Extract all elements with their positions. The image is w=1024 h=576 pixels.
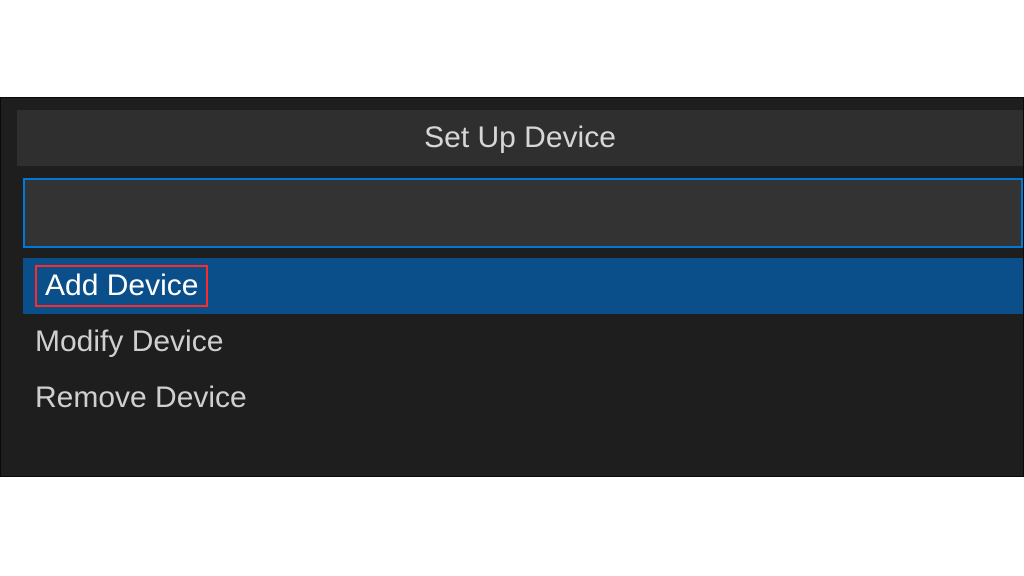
list-item-add-device[interactable]: Add Device: [23, 258, 1023, 314]
list-item-label: Add Device: [45, 269, 198, 302]
panel-title: Set Up Device: [424, 121, 616, 155]
search-input[interactable]: [35, 180, 1021, 246]
list-item-remove-device[interactable]: Remove Device: [23, 370, 1023, 426]
panel-title-bar: Set Up Device: [17, 110, 1023, 166]
highlight-box: Add Device: [35, 265, 208, 307]
device-panel: Set Up Device Add Device Modify Device R…: [0, 97, 1024, 477]
device-action-list: Add Device Modify Device Remove Device: [23, 258, 1023, 426]
list-item-label: Remove Device: [35, 381, 247, 415]
list-item-label: Modify Device: [35, 325, 223, 359]
search-field-wrap[interactable]: [23, 178, 1023, 248]
list-item-modify-device[interactable]: Modify Device: [23, 314, 1023, 370]
